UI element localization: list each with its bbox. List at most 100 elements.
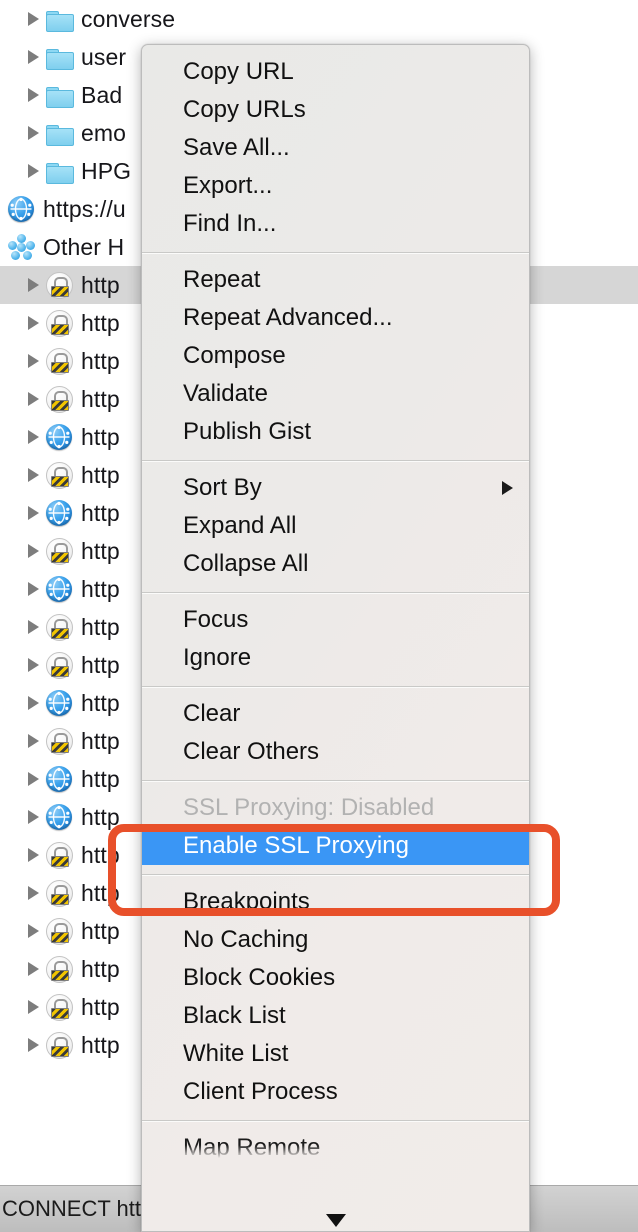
menu-item-black-list[interactable]: Black List xyxy=(142,997,529,1035)
menu-item-label: Find In... xyxy=(183,210,277,237)
tree-row[interactable]: converse xyxy=(0,0,638,38)
menu-item-client-process[interactable]: Client Process xyxy=(142,1073,529,1111)
menu-item-repeat[interactable]: Repeat xyxy=(142,261,529,299)
menu-item-breakpoints[interactable]: Breakpoints xyxy=(142,883,529,921)
menu-item-label: Export... xyxy=(183,172,273,199)
tree-row-label: http xyxy=(81,765,120,792)
menu-item-copy-url[interactable]: Copy URL xyxy=(142,53,529,91)
disclosure-triangle-icon[interactable] xyxy=(22,886,44,900)
lock-icon xyxy=(44,650,74,680)
menu-item-label: Enable SSL Proxying xyxy=(183,832,409,859)
tree-row-label: http xyxy=(81,879,120,906)
menu-item-export[interactable]: Export... xyxy=(142,167,529,205)
menu-item-no-caching[interactable]: No Caching xyxy=(142,921,529,959)
disclosure-triangle-icon[interactable] xyxy=(22,620,44,634)
folder-icon xyxy=(44,156,74,186)
tree-row-label: http xyxy=(81,537,120,564)
tree-row-label: http xyxy=(81,689,120,716)
menu-item-clear[interactable]: Clear xyxy=(142,695,529,733)
folder-icon xyxy=(44,42,74,72)
tree-row-label: http xyxy=(81,461,120,488)
tree-row-label: user xyxy=(81,43,127,70)
menu-group: Clear Clear Others xyxy=(142,687,529,780)
disclosure-triangle-icon[interactable] xyxy=(22,772,44,786)
disclosure-triangle-icon[interactable] xyxy=(22,544,44,558)
menu-group: SSL Proxying: Disabled Enable SSL Proxyin… xyxy=(142,781,529,874)
tree-row-label: https://u xyxy=(43,195,126,222)
disclosure-triangle-icon[interactable] xyxy=(22,1000,44,1014)
tree-row-label: Other H xyxy=(43,233,125,260)
menu-item-map-remote[interactable]: Map Remote xyxy=(142,1129,529,1167)
disclosure-triangle-icon[interactable] xyxy=(22,316,44,330)
disclosure-triangle-icon[interactable] xyxy=(22,164,44,178)
disclosure-triangle-icon[interactable] xyxy=(22,88,44,102)
tree-row-label: http xyxy=(81,803,120,830)
menu-item-focus[interactable]: Focus xyxy=(142,601,529,639)
menu-item-label: Client Process xyxy=(183,1078,338,1105)
tree-row-label: http xyxy=(81,917,120,944)
menu-item-white-list[interactable]: White List xyxy=(142,1035,529,1073)
menu-item-publish-gist[interactable]: Publish Gist xyxy=(142,413,529,451)
disclosure-triangle-icon[interactable] xyxy=(22,924,44,938)
lock-icon xyxy=(44,954,74,984)
globe-icon xyxy=(44,688,74,718)
disclosure-triangle-icon[interactable] xyxy=(22,430,44,444)
menu-item-block-cookies[interactable]: Block Cookies xyxy=(142,959,529,997)
menu-item-label: No Caching xyxy=(183,926,309,953)
disclosure-triangle-icon[interactable] xyxy=(22,392,44,406)
menu-item-label: Clear xyxy=(183,700,241,727)
disclosure-triangle-icon[interactable] xyxy=(22,126,44,140)
menu-item-copy-urls[interactable]: Copy URLs xyxy=(142,91,529,129)
tree-row-label: http xyxy=(81,651,120,678)
folder-icon xyxy=(44,80,74,110)
lock-icon xyxy=(44,726,74,756)
menu-item-repeat-advanced[interactable]: Repeat Advanced... xyxy=(142,299,529,337)
disclosure-triangle-icon[interactable] xyxy=(22,658,44,672)
menu-item-label: Black List xyxy=(183,1002,286,1029)
disclosure-triangle-icon[interactable] xyxy=(22,962,44,976)
disclosure-triangle-icon[interactable] xyxy=(22,468,44,482)
disclosure-triangle-icon[interactable] xyxy=(22,734,44,748)
disclosure-triangle-icon[interactable] xyxy=(22,810,44,824)
menu-item-label: Map Remote xyxy=(183,1134,321,1161)
disclosure-triangle-icon[interactable] xyxy=(22,696,44,710)
disclosure-triangle-icon[interactable] xyxy=(22,848,44,862)
menu-group: Map Remote xyxy=(142,1121,529,1176)
folder-icon xyxy=(44,4,74,34)
disclosure-triangle-icon[interactable] xyxy=(22,354,44,368)
tree-row-label: http xyxy=(81,841,120,868)
menu-item-expand-all[interactable]: Expand All xyxy=(142,507,529,545)
disclosure-triangle-icon[interactable] xyxy=(22,582,44,596)
disclosure-triangle-icon[interactable] xyxy=(22,12,44,26)
context-menu[interactable]: Copy URL Copy URLs Save All... Export... Fin… xyxy=(141,44,530,1232)
menu-group: Breakpoints No Caching Block Cookies Black … xyxy=(142,875,529,1120)
menu-item-ignore[interactable]: Ignore xyxy=(142,639,529,677)
menu-item-label: White List xyxy=(183,1040,289,1067)
lock-icon xyxy=(44,840,74,870)
menu-group: Focus Ignore xyxy=(142,593,529,686)
menu-item-validate[interactable]: Validate xyxy=(142,375,529,413)
disclosure-triangle-icon[interactable] xyxy=(22,278,44,292)
menu-item-sort-by[interactable]: Sort By xyxy=(142,469,529,507)
tree-row-label: http xyxy=(81,499,120,526)
menu-item-collapse-all[interactable]: Collapse All xyxy=(142,545,529,583)
menu-item-find-in[interactable]: Find In... xyxy=(142,205,529,243)
lock-icon xyxy=(44,308,74,338)
menu-item-label: Repeat Advanced... xyxy=(183,304,393,331)
disclosure-triangle-icon[interactable] xyxy=(22,1038,44,1052)
menu-item-label: Save All... xyxy=(183,134,290,161)
tree-row-label: emo xyxy=(81,119,127,146)
menu-item-label: Copy URL xyxy=(183,58,294,85)
disclosure-triangle-icon[interactable] xyxy=(22,50,44,64)
menu-item-enable-ssl-proxying[interactable]: Enable SSL Proxying xyxy=(142,827,529,865)
lock-icon xyxy=(44,384,74,414)
menu-item-label: SSL Proxying: Disabled xyxy=(183,794,435,821)
disclosure-triangle-icon[interactable] xyxy=(22,506,44,520)
menu-item-clear-others[interactable]: Clear Others xyxy=(142,733,529,771)
menu-item-ssl-proxying-disabled: SSL Proxying: Disabled xyxy=(142,789,529,827)
chevron-down-icon[interactable] xyxy=(142,1214,529,1227)
tree-row-label: http xyxy=(81,423,120,450)
tree-row-label: http xyxy=(81,347,120,374)
menu-item-save-all[interactable]: Save All... xyxy=(142,129,529,167)
menu-item-compose[interactable]: Compose xyxy=(142,337,529,375)
